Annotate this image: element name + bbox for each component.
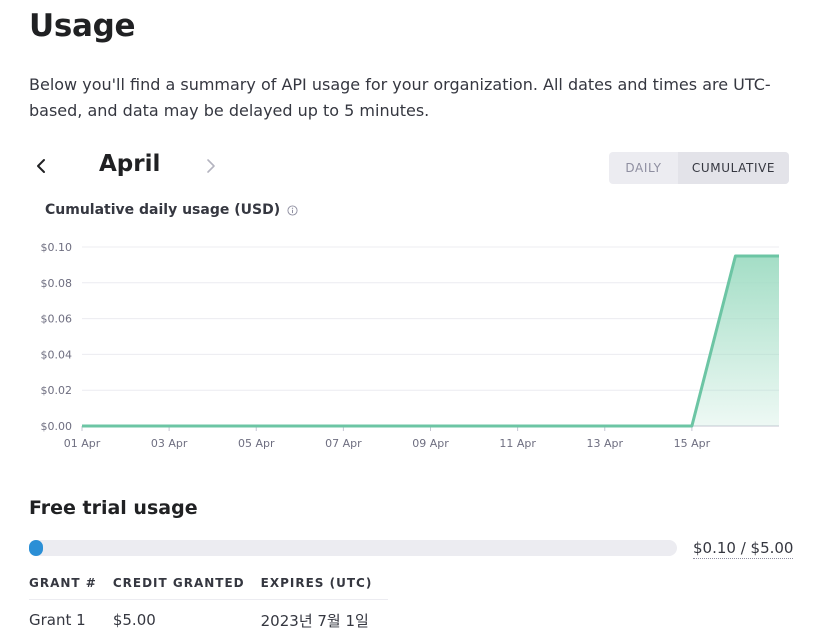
x-tick-label: 07 Apr bbox=[325, 437, 362, 450]
month-navigator: April bbox=[29, 148, 229, 184]
daily-toggle-button[interactable]: DAILY bbox=[609, 152, 678, 184]
x-tick-label: 03 Apr bbox=[151, 437, 188, 450]
y-tick-label: $0.08 bbox=[41, 277, 73, 290]
free-trial-progress-text[interactable]: $0.10 / $5.00 bbox=[693, 539, 794, 559]
column-header-expires: EXPIRES (UTC) bbox=[260, 575, 389, 600]
usage-chart: $0.00 $0.02 $0.04 $0.06 $0.08 $0.10 01 Apr 03 A… bbox=[41, 241, 779, 450]
free-trial-title: Free trial usage bbox=[29, 497, 198, 519]
info-icon[interactable] bbox=[287, 204, 298, 216]
y-tick-label: $0.00 bbox=[41, 420, 73, 433]
x-tick-label: 13 Apr bbox=[586, 437, 623, 450]
x-tick-label: 01 Apr bbox=[64, 437, 101, 450]
credit-granted-cell: $5.00 bbox=[112, 611, 156, 629]
free-trial-progress-fill bbox=[29, 540, 43, 556]
series-area bbox=[82, 255, 779, 426]
y-tick-label: $0.02 bbox=[41, 384, 73, 397]
chart-title: Cumulative daily usage (USD) bbox=[45, 202, 281, 218]
y-tick-label: $0.10 bbox=[41, 241, 73, 254]
page-title: Usage bbox=[29, 8, 136, 44]
column-header-credit-granted: CREDIT GRANTED bbox=[112, 575, 261, 600]
x-tick-label: 05 Apr bbox=[238, 437, 275, 450]
expires-cell: 2023년 7월 1일 bbox=[260, 611, 369, 630]
x-tick-label: 15 Apr bbox=[674, 437, 711, 450]
column-header-grant: GRANT # bbox=[29, 575, 113, 600]
x-tick-label: 11 Apr bbox=[499, 437, 536, 450]
view-toggle: DAILY CUMULATIVE bbox=[609, 152, 789, 184]
chevron-left-icon bbox=[37, 159, 45, 173]
free-trial-progress-bar bbox=[29, 540, 677, 556]
y-tick-label: $0.04 bbox=[41, 348, 73, 361]
x-tick-label: 09 Apr bbox=[412, 437, 449, 450]
previous-month-button[interactable] bbox=[29, 152, 53, 180]
grant-name-cell: Grant 1 bbox=[29, 611, 86, 629]
chevron-right-icon bbox=[207, 159, 215, 173]
y-tick-label: $0.06 bbox=[41, 313, 73, 326]
grants-table-header: GRANT # CREDIT GRANTED EXPIRES (UTC) bbox=[29, 575, 389, 600]
next-month-button[interactable] bbox=[199, 152, 223, 180]
series-line bbox=[82, 254, 779, 428]
cumulative-toggle-button[interactable]: CUMULATIVE bbox=[678, 152, 789, 184]
month-label: April bbox=[99, 151, 161, 177]
page-description: Below you'll find a summary of API usage… bbox=[29, 75, 771, 120]
table-row: Grant 1 $5.00 2023년 7월 1일 bbox=[29, 599, 388, 631]
grants-table: GRANT # CREDIT GRANTED EXPIRES (UTC) Gra… bbox=[29, 575, 389, 631]
chart-title-row: Cumulative daily usage (USD) bbox=[45, 202, 298, 218]
